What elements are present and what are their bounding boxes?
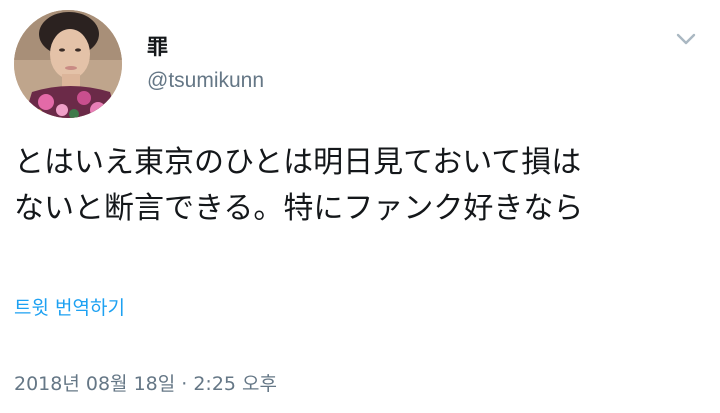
tweet-timestamp[interactable]: 2018년 08월 18일 · 2:25 오후 bbox=[14, 372, 277, 396]
tweet-text: とはいえ東京のひとは明日見ておいて損は ないと断言できる。特にファンク好きなら bbox=[14, 140, 714, 232]
author-info[interactable]: 罪 @tsumikunn bbox=[147, 34, 264, 94]
user-handle[interactable]: @tsumikunn bbox=[147, 68, 264, 94]
tweet-card: 罪 @tsumikunn とはいえ東京のひとは明日見ておいて損は ないと断言でき… bbox=[0, 0, 720, 413]
translate-tweet-link[interactable]: 트윗 번역하기 bbox=[14, 296, 125, 320]
tweet-text-line: とはいえ東京のひとは明日見ておいて損は bbox=[14, 145, 582, 180]
chevron-down-icon bbox=[676, 33, 696, 45]
tweet-menu-button[interactable] bbox=[672, 28, 700, 50]
display-name[interactable]: 罪 bbox=[147, 34, 264, 60]
tweet-text-line: ないと断言できる。特にファンク好きなら bbox=[14, 191, 584, 226]
avatar-image bbox=[14, 10, 122, 118]
avatar[interactable] bbox=[14, 10, 122, 118]
